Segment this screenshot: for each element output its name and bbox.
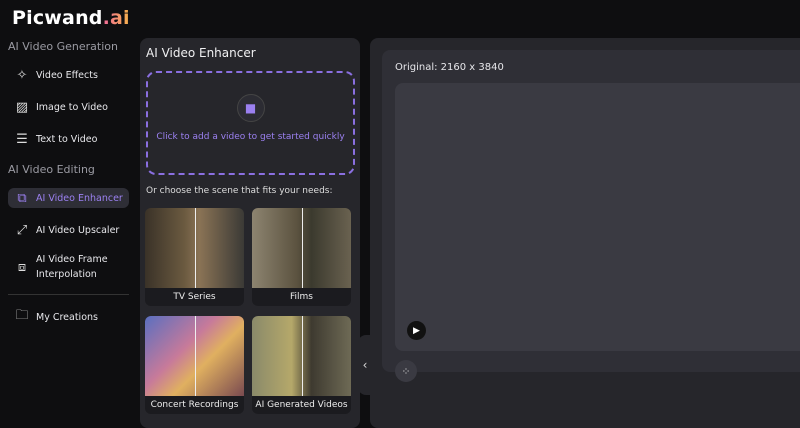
grid-icon: ⁘ xyxy=(401,364,411,378)
section-title-generation: AI Video Generation xyxy=(8,40,118,53)
upload-dropzone[interactable]: ■ Click to add a video to get started qu… xyxy=(146,71,355,175)
original-resolution: Original: 2160 x 3840 xyxy=(395,62,504,73)
choose-scene-text: Or choose the scene that fits your needs… xyxy=(146,186,333,196)
sidebar-item-video-effects[interactable]: ✧ Video Effects xyxy=(8,64,129,86)
enhancer-panel: AI Video Enhancer ■ Click to add a video… xyxy=(140,38,360,428)
folder-icon: 🗀 xyxy=(15,308,29,323)
sidebar-item-my-creations[interactable]: 🗀 My Creations xyxy=(8,306,129,328)
play-button[interactable]: ▶ xyxy=(407,321,426,340)
sparkle-icon: ✧ xyxy=(16,67,28,83)
logo[interactable]: Picwand.ai xyxy=(12,7,130,29)
enhance-icon: ⧉ xyxy=(17,190,27,206)
scene-films[interactable]: Films xyxy=(252,208,351,306)
preview-panel: Original: 2160 x 3840 ▶ ⁘ xyxy=(370,38,800,428)
section-title-editing: AI Video Editing xyxy=(8,163,95,176)
preview-card: Original: 2160 x 3840 ▶ xyxy=(382,50,800,372)
panel-title: AI Video Enhancer xyxy=(146,46,256,60)
chevron-left-icon: ‹ xyxy=(362,358,368,372)
scene-tv-series[interactable]: TV Series xyxy=(145,208,244,306)
sidebar-item-frame-interpolation[interactable]: ⧈ AI Video Frame Interpolation xyxy=(8,251,129,283)
image-video-icon: ▨ xyxy=(15,99,29,115)
add-video-icon: ■ xyxy=(236,94,265,122)
compare-grid-button[interactable]: ⁘ xyxy=(395,360,417,382)
upload-text: Click to add a video to get started quic… xyxy=(156,132,345,142)
sidebar-item-ai-video-enhancer[interactable]: ⧉ AI Video Enhancer xyxy=(8,188,129,208)
upscale-icon: ⤢ xyxy=(16,222,28,238)
video-preview: ▶ xyxy=(395,83,800,351)
sidebar-item-ai-video-upscaler[interactable]: ⤢ AI Video Upscaler xyxy=(8,219,129,241)
scene-ai-generated-videos[interactable]: AI Generated Videos xyxy=(252,316,351,414)
sidebar-item-text-to-video[interactable]: ☰ Text to Video xyxy=(8,128,129,150)
scene-concert-recordings[interactable]: Concert Recordings xyxy=(145,316,244,414)
text-video-icon: ☰ xyxy=(16,131,28,147)
frames-icon: ⧈ xyxy=(17,259,27,275)
divider xyxy=(8,294,129,295)
sidebar-item-image-to-video[interactable]: ▨ Image to Video xyxy=(8,96,129,118)
